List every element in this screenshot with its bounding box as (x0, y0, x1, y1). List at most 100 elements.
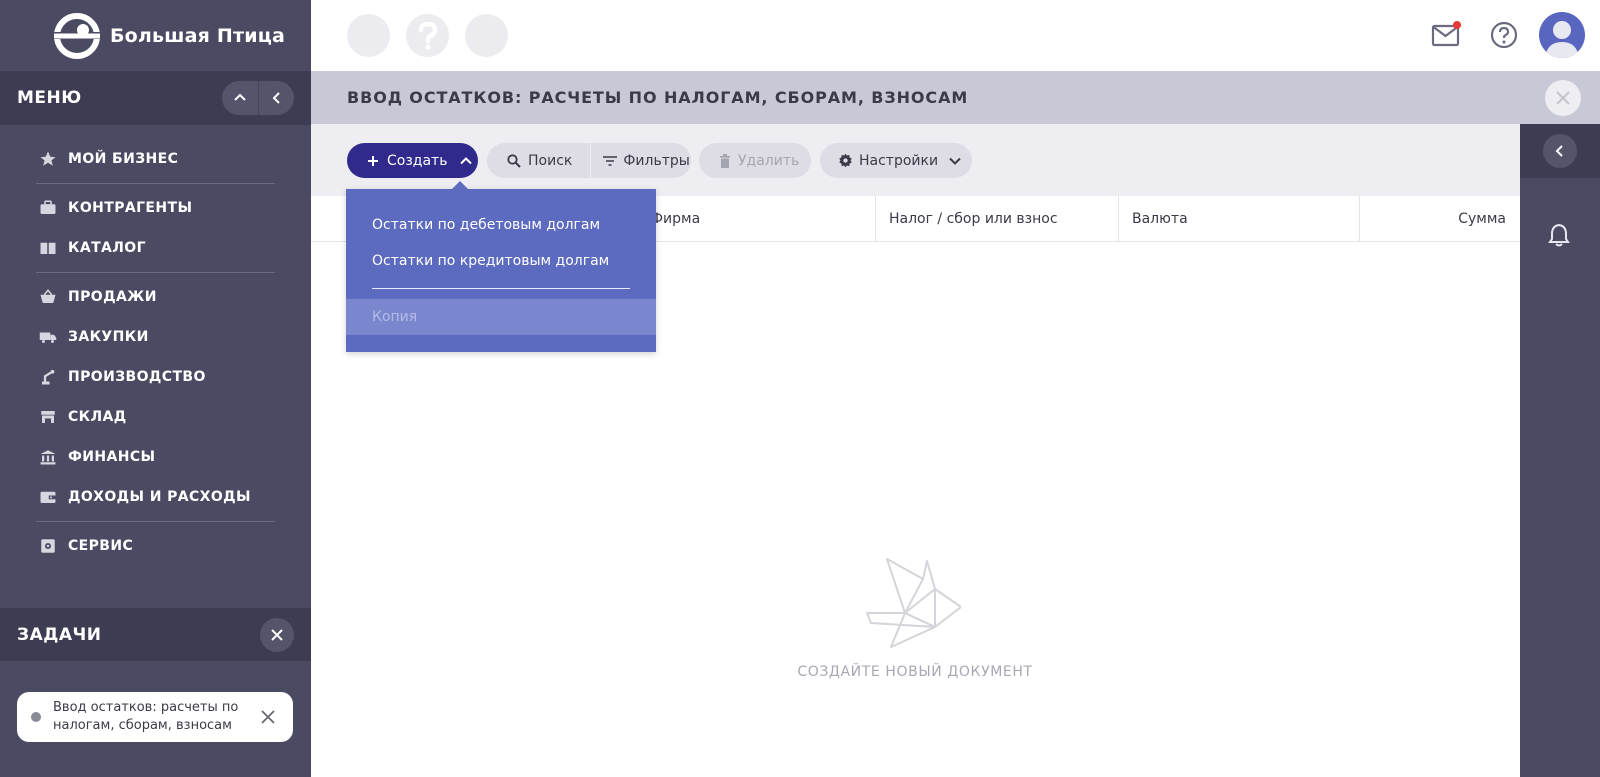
top-bar (311, 0, 1600, 71)
column-divider[interactable] (1359, 196, 1360, 241)
bird-logo-icon (50, 12, 104, 59)
toolbar: Создать Поиск Фильтры Удалить Настройки (311, 124, 1520, 196)
sidebar-item-service[interactable]: СЕРВИС (0, 526, 311, 566)
menu-controls (222, 81, 294, 115)
filter-icon (603, 155, 618, 166)
expand-right-panel-button[interactable] (1543, 134, 1577, 168)
right-panel-header (1520, 124, 1600, 178)
mail-icon (1431, 21, 1461, 47)
placeholder-button[interactable] (347, 14, 390, 57)
task-item[interactable]: Ввод остатков: расчеты по налогам, сбора… (17, 692, 293, 742)
plus-icon (368, 155, 378, 166)
wallet-icon (38, 487, 58, 507)
menu-item-credit-balances[interactable]: Остатки по кредитовым долгам (372, 243, 609, 279)
star-icon (38, 149, 58, 169)
help-button[interactable] (1489, 20, 1519, 50)
sidebar-item-label: СКЛАД (68, 409, 127, 425)
right-panel (1520, 124, 1600, 777)
tasks-title: ЗАДАЧИ (17, 624, 102, 645)
origami-bird-icon (866, 558, 961, 648)
column-header-firm[interactable]: Фирма (651, 196, 700, 241)
sidebar-item-income-expenses[interactable]: ДОХОДЫ И РАСХОДЫ (0, 477, 311, 517)
create-button[interactable]: Создать (347, 143, 478, 178)
service-icon (38, 536, 58, 556)
sidebar-item-finance[interactable]: ФИНАНСЫ (0, 437, 311, 477)
menu-divider (372, 288, 630, 289)
sidebar-item-catalog[interactable]: КАТАЛОГ (0, 228, 311, 268)
search-button[interactable]: Поиск (487, 143, 590, 178)
sidebar-item-purchases[interactable]: ЗАКУПКИ (0, 317, 311, 357)
briefcase-icon (38, 198, 58, 218)
column-header-amount[interactable]: Сумма (1458, 196, 1506, 241)
menu-title: МЕНЮ (17, 88, 82, 108)
menu-item-label: Остатки по кредитовым долгам (372, 253, 610, 269)
chevron-down-icon (949, 157, 961, 165)
menu-item-label: Остатки по дебетовым долгам (372, 217, 601, 233)
close-document-button[interactable] (1545, 80, 1581, 116)
chevron-up-icon (234, 93, 246, 101)
delete-button-label: Удалить (738, 152, 800, 169)
bank-icon (38, 447, 58, 467)
collapse-menu-button[interactable] (222, 81, 258, 115)
nav-divider (36, 272, 275, 273)
sidebar-item-warehouse[interactable]: СКЛАД (0, 397, 311, 437)
column-label: Сумма (1458, 210, 1506, 227)
filters-button-label: Фильтры (623, 152, 690, 169)
close-task-icon[interactable] (261, 710, 275, 724)
column-divider[interactable] (1118, 196, 1119, 241)
filters-button[interactable]: Фильтры (590, 143, 707, 178)
messages-button[interactable] (1431, 20, 1461, 50)
menu-item-label: Копия (372, 309, 418, 325)
sidebar-item-label: ФИНАНСЫ (68, 449, 156, 465)
delete-button[interactable]: Удалить (699, 143, 811, 178)
menu-item-debit-balances[interactable]: Остатки по дебетовым долгам (372, 207, 600, 243)
question-icon (418, 21, 437, 50)
user-icon (1545, 21, 1579, 58)
column-label: Фирма (651, 210, 701, 227)
nav-divider (36, 521, 275, 522)
task-status-dot (31, 712, 41, 722)
sidebar-item-my-business[interactable]: МОЙ БИЗНЕС (0, 139, 311, 179)
app-name: Большая Птица (110, 24, 286, 47)
sidebar-item-production[interactable]: ПРОИЗВОДСТВО (0, 357, 311, 397)
settings-button-label: Настройки (859, 152, 939, 169)
sidebar-item-label: КАТАЛОГ (68, 240, 146, 256)
user-avatar[interactable] (1539, 12, 1585, 58)
search-filter-group: Поиск Фильтры (487, 143, 691, 178)
page-title: ВВОД ОСТАТКОВ: РАСЧЕТЫ ПО НАЛОГАМ, СБОРА… (347, 88, 969, 107)
sidebar-item-label: ПРОИЗВОДСТВО (68, 369, 206, 385)
placeholder-button[interactable] (465, 14, 508, 57)
column-label: Налог / сбор или взнос (889, 210, 1058, 227)
gear-icon (839, 153, 852, 168)
sidebar-item-sales[interactable]: ПРОДАЖИ (0, 277, 311, 317)
trash-icon (720, 153, 730, 168)
basket-icon (38, 287, 58, 307)
column-divider[interactable] (875, 196, 876, 241)
nav-divider (36, 183, 275, 184)
empty-state-text: СОЗДАЙТЕ НОВЫЙ ДОКУМЕНТ (797, 664, 1033, 680)
sidebar-item-label: СЕРВИС (68, 538, 134, 554)
sidebar-item-counterparties[interactable]: КОНТРАГЕНТЫ (0, 188, 311, 228)
app-logo[interactable]: Большая Птица (0, 0, 311, 71)
search-icon (507, 153, 521, 168)
menu-item-copy: Копия (346, 299, 656, 335)
sidebar: Большая Птица МЕНЮ МОЙ БИЗНЕС КОНТРАГЕНТ… (0, 0, 311, 777)
menu-header: МЕНЮ (0, 71, 311, 125)
help-placeholder-button[interactable] (406, 14, 449, 57)
sidebar-item-label: МОЙ БИЗНЕС (68, 151, 179, 167)
task-title: Ввод остатков: расчеты по налогам, сбора… (53, 700, 239, 733)
close-tasks-button[interactable] (260, 617, 294, 652)
robot-arm-icon (38, 367, 58, 387)
settings-button[interactable]: Настройки (820, 143, 972, 178)
bell-icon[interactable] (1548, 223, 1570, 247)
truck-icon (38, 327, 58, 347)
column-header-tax[interactable]: Налог / сбор или взнос (889, 196, 1058, 241)
tasks-header: ЗАДАЧИ (0, 608, 311, 661)
close-icon (1556, 91, 1570, 105)
column-label: Валюта (1132, 210, 1188, 227)
create-button-label: Создать (387, 152, 448, 169)
close-icon (271, 628, 283, 641)
sidebar-nav: МОЙ БИЗНЕС КОНТРАГЕНТЫ КАТАЛОГ ПРОДАЖИ З… (0, 125, 311, 566)
column-header-currency[interactable]: Валюта (1132, 196, 1188, 241)
hide-sidebar-button[interactable] (258, 81, 294, 115)
